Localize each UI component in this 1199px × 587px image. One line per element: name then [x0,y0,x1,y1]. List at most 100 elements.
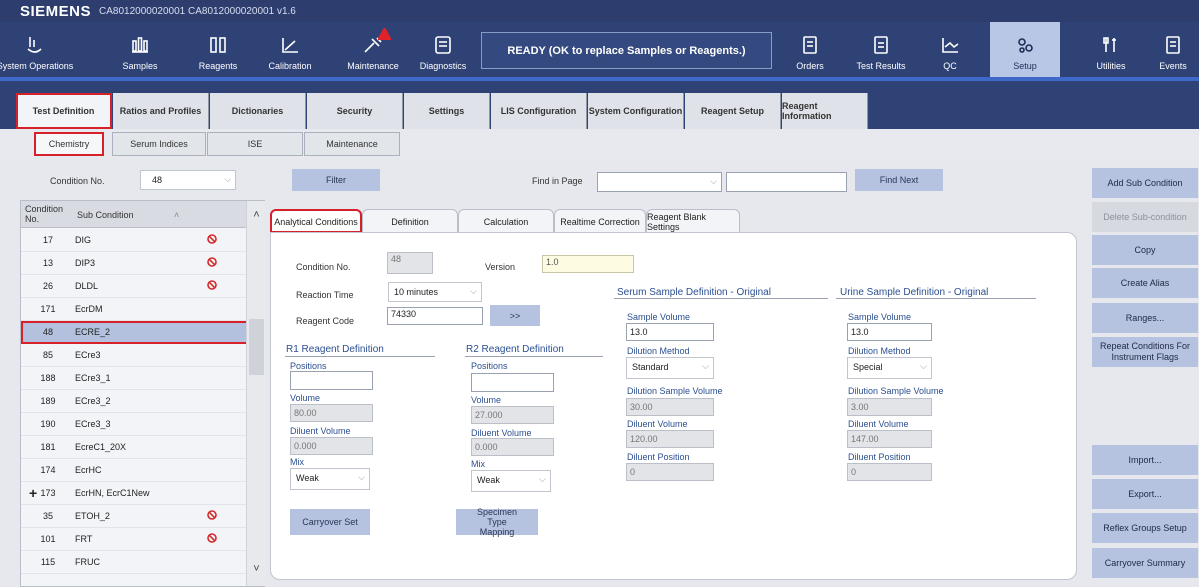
scrollbar-thumb[interactable] [249,319,264,375]
r1-divider [285,356,435,357]
subtab-serum-indices[interactable]: Serum Indices [112,132,206,156]
r2-mix-select[interactable]: Weak ⌵ [471,470,551,492]
scroll-down-icon[interactable]: ˅ [247,563,266,575]
r2-positions-input[interactable] [471,373,554,392]
nav-utilities[interactable]: Utilities [1086,22,1136,77]
serum-diluent-volume-label: Diluent Volume [627,419,688,429]
ranges-button[interactable]: Ranges... [1092,303,1198,333]
nav-calibration[interactable]: Calibration [262,22,318,77]
sort-ascending-icon[interactable]: ˄ [174,210,179,220]
urine-sample-volume-input[interactable]: 13.0 [847,323,932,341]
table-row[interactable]: 13 DIP3 [21,252,246,275]
table-scrollbar[interactable]: ˄ ˅ [246,201,265,586]
system-operations-icon [24,34,46,56]
condition-no-select[interactable]: 48 ⌵ [140,170,236,190]
subtab-maintenance[interactable]: Maintenance [304,132,400,156]
r2-volume-label: Volume [471,395,502,405]
chevron-down-icon: ⌵ [539,474,546,484]
tab-system-configuration[interactable]: System Configuration [588,93,684,129]
table-row[interactable]: 17 DIG [21,229,246,252]
table-row[interactable]: 189 ECre3_2 [21,390,246,413]
nav-system-operations[interactable]: System Operations [0,22,73,77]
warning-icon [378,28,391,40]
nav-samples[interactable]: Samples [113,22,167,77]
subtab-chemistry[interactable]: Chemistry [34,132,104,156]
tab-security[interactable]: Security [307,93,403,129]
scroll-up-icon[interactable]: ˄ [247,209,266,221]
table-row[interactable]: 188 ECre3_1 [21,367,246,390]
reflex-groups-setup-button[interactable]: Reflex Groups Setup [1092,513,1198,543]
carryover-summary-button[interactable]: Carryover Summary [1092,548,1198,578]
import-button[interactable]: Import... [1092,445,1198,475]
blocked-icon [207,257,217,267]
repeat-conditions-button[interactable]: Repeat Conditions For Instrument Flags [1092,337,1198,367]
table-row[interactable]: 115 FRUC [21,551,246,574]
column-header-condition-no[interactable]: Condition No. [25,204,69,224]
find-in-page-select[interactable]: ⌵ [597,172,722,192]
blocked-icon [207,234,217,244]
test-results-icon [870,34,892,56]
find-text-input[interactable] [726,172,847,192]
nav-diagnostics[interactable]: Diagnostics [414,22,472,77]
table-row[interactable]: 101 FRT [21,528,246,551]
window-title: CA8012000020001 CA8012000020001 v1.6 [99,5,296,17]
subtab-ise[interactable]: ISE [207,132,303,156]
nav-reagents[interactable]: Reagents [188,22,248,77]
create-alias-button[interactable]: Create Alias [1092,268,1198,298]
serum-dilution-sample-volume-field: 30.00 [626,398,714,416]
serum-dilution-method-select[interactable]: Standard ⌵ [626,357,714,379]
urine-divider [836,298,1036,299]
right-action-bar: Add Sub Condition Delete Sub-condition C… [1085,159,1199,587]
table-row[interactable]: 35 ETOH_2 [21,505,246,528]
table-row[interactable]: 85 ECre3 [21,344,246,367]
version-field[interactable]: 1.0 [542,255,634,273]
copy-button[interactable]: Copy [1092,235,1198,265]
tab-reagent-blank-settings[interactable]: Reagent Blank Settings [646,209,740,233]
export-button[interactable]: Export... [1092,479,1198,509]
tab-calculation[interactable]: Calculation [458,209,554,233]
serum-sample-volume-input[interactable]: 13.0 [626,323,714,341]
urine-dilution-method-select[interactable]: Special ⌵ [847,357,932,379]
table-row[interactable]: 171 EcrDM [21,298,246,321]
filter-button[interactable]: Filter [292,169,380,191]
find-next-button[interactable]: Find Next [855,169,943,191]
reagent-code-expand-button[interactable]: >> [490,305,540,326]
nav-test-results[interactable]: Test Results [846,22,916,77]
tab-ratios-and-profiles[interactable]: Ratios and Profiles [113,93,209,129]
nav-maintenance[interactable]: Maintenance [337,22,409,77]
specimen-type-mapping-button[interactable]: Specimen Type Mapping [456,507,538,537]
table-row[interactable]: 181 EcreC1_20X [21,436,246,459]
table-row-selected[interactable]: 48 ECRE_2 [21,321,251,344]
tab-test-definition[interactable]: Test Definition [16,93,112,129]
reagent-code-input[interactable]: 74330 [387,307,483,325]
title-bar: SIEMENS CA8012000020001 CA8012000020001 … [0,0,1199,22]
r1-volume-label: Volume [290,393,321,403]
tab-settings[interactable]: Settings [404,93,490,129]
tab-analytical-conditions[interactable]: Analytical Conditions [270,209,362,233]
carryover-set-button[interactable]: Carryover Set [290,509,370,535]
r1-positions-input[interactable] [290,371,373,390]
urine-diluent-volume-label: Diluent Volume [848,419,909,429]
urine-dilution-sample-volume-label: Dilution Sample Volume [848,386,944,396]
tab-dictionaries[interactable]: Dictionaries [210,93,306,129]
column-header-sub-condition[interactable]: Sub Condition [77,210,134,220]
nav-orders[interactable]: Orders [784,22,836,77]
r1-mix-select[interactable]: Weak ⌵ [290,468,370,490]
table-row[interactable]: 190 ECre3_3 [21,413,246,436]
table-row[interactable]: +173 EcrHN, EcrC1New [21,482,246,505]
tab-realtime-correction[interactable]: Realtime Correction [554,209,646,233]
nav-qc[interactable]: QC [922,22,978,77]
nav-setup[interactable]: Setup [990,22,1060,77]
tab-reagent-setup[interactable]: Reagent Setup [685,93,781,129]
add-sub-condition-button[interactable]: Add Sub Condition [1092,168,1198,198]
nav-events[interactable]: Events [1150,22,1196,77]
tab-reagent-information[interactable]: Reagent Information [782,93,868,129]
table-row[interactable]: 174 EcrHC [21,459,246,482]
reaction-time-select[interactable]: 10 minutes ⌵ [388,282,482,302]
table-row[interactable]: 26 DLDL [21,275,246,298]
blocked-icon [207,533,217,543]
tab-definition[interactable]: Definition [362,209,458,233]
system-status: READY (OK to replace Samples or Reagents… [481,32,772,69]
tab-lis-configuration[interactable]: LIS Configuration [491,93,587,129]
diagnostics-icon [432,34,454,56]
